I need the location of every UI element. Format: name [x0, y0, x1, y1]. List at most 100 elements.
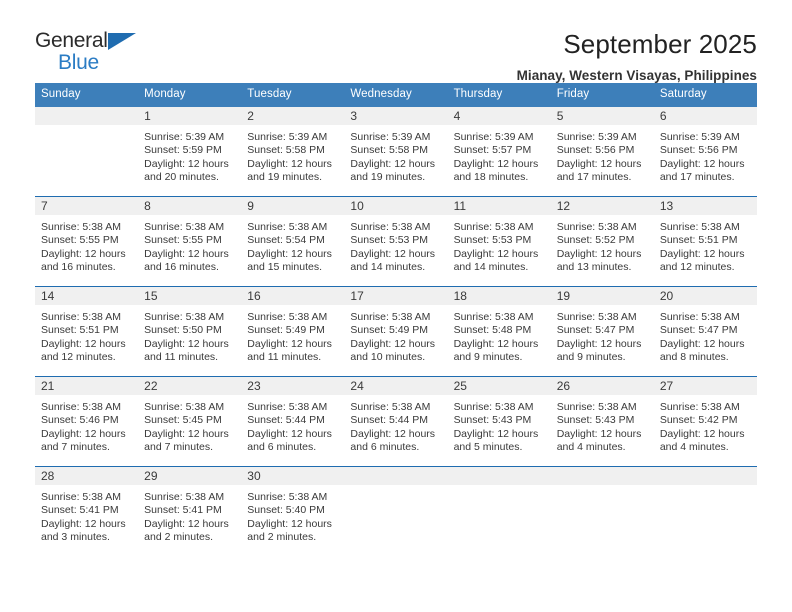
calendar-day-cell-empty: [35, 106, 139, 196]
daylight-duration-line1: Daylight: 12 hours: [144, 337, 229, 350]
calendar-day-cell[interactable]: 29 Sunrise: 5:38 AM Sunset: 5:41 PM Dayligh…: [138, 466, 242, 556]
day-sun-info: Sunrise: 5:38 AM Sunset: 5:48 PM Daylight:…: [448, 305, 551, 365]
calendar-day-cell[interactable]: 19 Sunrise: 5:38 AM Sunset: 5:47 PM Dayligh…: [550, 286, 654, 376]
sunrise-time: Sunrise: 5:39 AM: [247, 130, 328, 143]
daylight-duration-line2: and 15 minutes.: [247, 261, 322, 274]
calendar-day-cell[interactable]: 27 Sunrise: 5:38 AM Sunset: 5:42 PM Dayligh…: [653, 376, 757, 466]
day-sun-info: Sunrise: 5:38 AM Sunset: 5:55 PM Daylight:…: [138, 215, 241, 275]
calendar-grid: Sunday Monday Tuesday Wednesday Thursday…: [35, 83, 757, 556]
calendar-day-cell[interactable]: 15 Sunrise: 5:38 AM Sunset: 5:50 PM Dayligh…: [138, 286, 242, 376]
daylight-duration-line2: and 9 minutes.: [453, 351, 523, 364]
daylight-duration-line2: and 12 minutes.: [659, 261, 735, 274]
day-number: 11: [447, 196, 551, 215]
daylight-duration-line2: and 19 minutes.: [350, 171, 426, 184]
sunset-time: Sunset: 5:44 PM: [350, 414, 429, 427]
daylight-duration-line1: Daylight: 12 hours: [247, 247, 332, 260]
page-title: September 2025: [563, 29, 757, 59]
calendar-day-cell[interactable]: 17 Sunrise: 5:38 AM Sunset: 5:49 PM Dayligh…: [344, 286, 448, 376]
daylight-duration-line1: Daylight: 12 hours: [247, 427, 332, 440]
sunrise-time: Sunrise: 5:39 AM: [556, 130, 637, 143]
daylight-duration-line2: and 14 minutes.: [350, 261, 426, 274]
calendar-day-cell[interactable]: 6 Sunrise: 5:39 AM Sunset: 5:56 PM Daylight…: [653, 106, 757, 196]
day-sun-info: Sunrise: 5:38 AM Sunset: 5:41 PM Daylight:…: [35, 485, 138, 545]
sunset-time: Sunset: 5:58 PM: [350, 144, 429, 157]
daylight-duration-line2: and 14 minutes.: [453, 261, 529, 274]
calendar-day-cell[interactable]: 22 Sunrise: 5:38 AM Sunset: 5:45 PM Dayligh…: [138, 376, 242, 466]
sunrise-time: Sunrise: 5:38 AM: [144, 220, 225, 233]
day-number: 9: [241, 196, 345, 215]
daylight-duration-line1: Daylight: 12 hours: [144, 427, 229, 440]
day-sun-info: Sunrise: 5:38 AM Sunset: 5:41 PM Daylight:…: [138, 485, 241, 545]
sunrise-time: Sunrise: 5:38 AM: [453, 400, 534, 413]
day-number: 3: [344, 106, 448, 125]
calendar-day-cell[interactable]: 8 Sunrise: 5:38 AM Sunset: 5:55 PM Daylight…: [138, 196, 242, 286]
day-number: 26: [550, 376, 654, 395]
calendar-day-cell[interactable]: 12 Sunrise: 5:38 AM Sunset: 5:52 PM Dayligh…: [550, 196, 654, 286]
weekday-header-row: Sunday Monday Tuesday Wednesday Thursday…: [35, 83, 757, 107]
day-sun-info: Sunrise: 5:38 AM Sunset: 5:43 PM Daylight:…: [448, 395, 551, 455]
calendar-day-cell[interactable]: 20 Sunrise: 5:38 AM Sunset: 5:47 PM Dayligh…: [653, 286, 757, 376]
sunset-time: Sunset: 5:50 PM: [144, 324, 222, 337]
calendar-day-cell[interactable]: 25 Sunrise: 5:38 AM Sunset: 5:43 PM Dayligh…: [447, 376, 551, 466]
calendar-day-cell[interactable]: 5 Sunrise: 5:39 AM Sunset: 5:56 PM Daylight…: [550, 106, 654, 196]
calendar-day-cell[interactable]: 7 Sunrise: 5:38 AM Sunset: 5:55 PM Daylight…: [35, 196, 139, 286]
daylight-duration-line1: Daylight: 12 hours: [556, 337, 642, 350]
sunrise-time: Sunrise: 5:38 AM: [556, 220, 637, 233]
calendar-day-cell[interactable]: 4 Sunrise: 5:39 AM Sunset: 5:57 PM Daylight…: [447, 106, 551, 196]
calendar-day-cell[interactable]: 18 Sunrise: 5:38 AM Sunset: 5:48 PM Dayligh…: [447, 286, 551, 376]
daylight-duration-line2: and 4 minutes.: [556, 441, 626, 454]
sunrise-time: Sunrise: 5:38 AM: [659, 310, 740, 323]
calendar-day-cell[interactable]: 13 Sunrise: 5:38 AM Sunset: 5:51 PM Dayligh…: [653, 196, 757, 286]
daylight-duration-line2: and 6 minutes.: [247, 441, 317, 454]
calendar-day-cell[interactable]: 26 Sunrise: 5:38 AM Sunset: 5:43 PM Dayligh…: [550, 376, 654, 466]
calendar-day-cell[interactable]: 30 Sunrise: 5:38 AM Sunset: 5:40 PM Dayligh…: [241, 466, 345, 556]
weekday-wednesday: Wednesday: [350, 88, 412, 100]
calendar-day-cell[interactable]: 3 Sunrise: 5:39 AM Sunset: 5:58 PM Daylight…: [344, 106, 448, 196]
day-number: [447, 466, 551, 485]
daylight-duration-line1: Daylight: 12 hours: [247, 517, 332, 530]
daylight-duration-line1: Daylight: 12 hours: [453, 247, 539, 260]
sunrise-time: Sunrise: 5:38 AM: [41, 400, 121, 413]
day-number: 6: [653, 106, 757, 125]
day-sun-info: Sunrise: 5:39 AM Sunset: 5:56 PM Daylight:…: [654, 125, 757, 185]
day-sun-info: Sunrise: 5:38 AM Sunset: 5:44 PM Daylight:…: [344, 395, 447, 455]
calendar-day-cell[interactable]: 16 Sunrise: 5:38 AM Sunset: 5:49 PM Dayligh…: [241, 286, 345, 376]
day-sun-info: Sunrise: 5:38 AM Sunset: 5:49 PM Daylight:…: [241, 305, 344, 365]
calendar-page: General Blue September 2025 Mianay, West…: [0, 0, 792, 612]
daylight-duration-line2: and 9 minutes.: [556, 351, 626, 364]
daylight-duration-line1: Daylight: 12 hours: [453, 157, 539, 170]
sunrise-time: Sunrise: 5:38 AM: [350, 220, 431, 233]
day-number: 30: [241, 466, 345, 485]
day-number: 23: [241, 376, 345, 395]
day-number: 22: [138, 376, 242, 395]
daylight-duration-line1: Daylight: 12 hours: [41, 337, 126, 350]
calendar-day-cell[interactable]: 24 Sunrise: 5:38 AM Sunset: 5:44 PM Dayligh…: [344, 376, 448, 466]
sunrise-time: Sunrise: 5:38 AM: [556, 400, 637, 413]
day-number: 19: [550, 286, 654, 305]
daylight-duration-line1: Daylight: 12 hours: [144, 157, 229, 170]
calendar-week-row: 7 Sunrise: 5:38 AM Sunset: 5:55 PM Daylight…: [35, 195, 757, 286]
calendar-day-cell[interactable]: 1 Sunrise: 5:39 AM Sunset: 5:59 PM Daylight…: [138, 106, 242, 196]
day-number: 24: [344, 376, 448, 395]
sunset-time: Sunset: 5:55 PM: [41, 234, 119, 247]
daylight-duration-line1: Daylight: 12 hours: [453, 337, 539, 350]
sunset-time: Sunset: 5:58 PM: [247, 144, 325, 157]
sunrise-time: Sunrise: 5:38 AM: [453, 220, 534, 233]
day-sun-info: Sunrise: 5:38 AM Sunset: 5:47 PM Daylight:…: [551, 305, 654, 365]
sunrise-time: Sunrise: 5:38 AM: [247, 310, 328, 323]
sunset-time: Sunset: 5:54 PM: [247, 234, 325, 247]
daylight-duration-line2: and 3 minutes.: [41, 531, 110, 544]
calendar-day-cell[interactable]: 21 Sunrise: 5:38 AM Sunset: 5:46 PM Dayligh…: [35, 376, 139, 466]
calendar-day-cell[interactable]: 11 Sunrise: 5:38 AM Sunset: 5:53 PM Dayligh…: [447, 196, 551, 286]
calendar-day-cell[interactable]: 9 Sunrise: 5:38 AM Sunset: 5:54 PM Daylight…: [241, 196, 345, 286]
daylight-duration-line1: Daylight: 12 hours: [659, 157, 745, 170]
calendar-day-cell[interactable]: 2 Sunrise: 5:39 AM Sunset: 5:58 PM Daylight…: [241, 106, 345, 196]
day-sun-info: Sunrise: 5:38 AM Sunset: 5:40 PM Daylight:…: [241, 485, 344, 545]
day-sun-info: Sunrise: 5:38 AM Sunset: 5:43 PM Daylight:…: [551, 395, 654, 455]
calendar-day-cell[interactable]: 28 Sunrise: 5:38 AM Sunset: 5:41 PM Dayligh…: [35, 466, 139, 556]
calendar-day-cell[interactable]: 10 Sunrise: 5:38 AM Sunset: 5:53 PM Dayligh…: [344, 196, 448, 286]
sunrise-time: Sunrise: 5:38 AM: [453, 310, 534, 323]
calendar-day-cell[interactable]: 14 Sunrise: 5:38 AM Sunset: 5:51 PM Dayligh…: [35, 286, 139, 376]
sunrise-time: Sunrise: 5:38 AM: [144, 490, 225, 503]
calendar-day-cell[interactable]: 23 Sunrise: 5:38 AM Sunset: 5:44 PM Dayligh…: [241, 376, 345, 466]
